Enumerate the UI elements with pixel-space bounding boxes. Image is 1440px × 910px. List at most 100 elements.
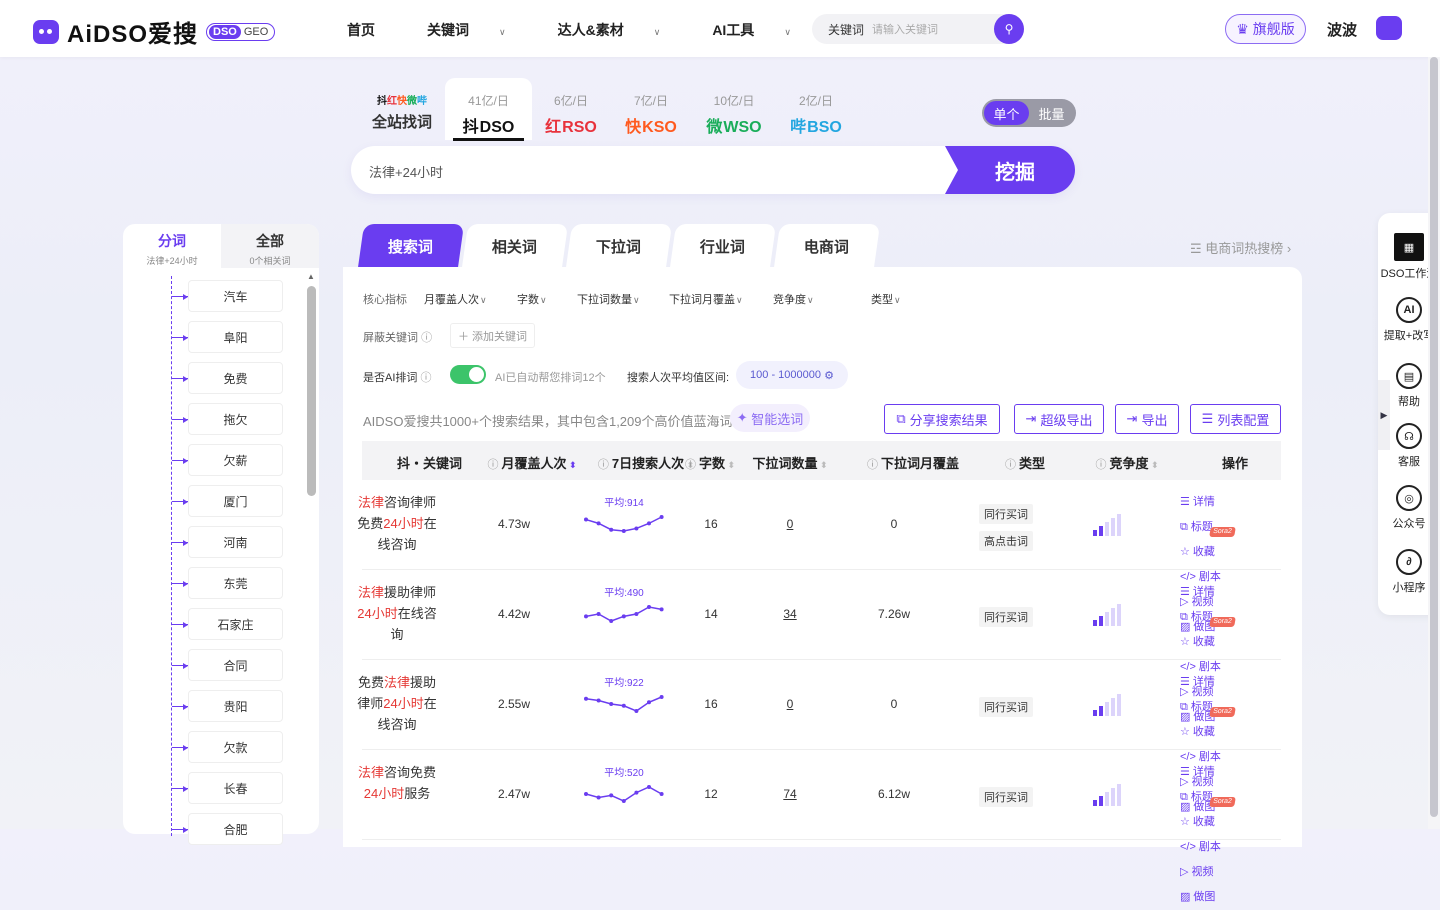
- column-header[interactable]: ⓘ 7日搜索人次 ⬍: [598, 453, 694, 472]
- op-2[interactable]: ☆ 收藏: [1180, 540, 1226, 565]
- op-2[interactable]: ☆ 收藏: [1180, 810, 1226, 835]
- column-header[interactable]: 操作: [1222, 453, 1248, 472]
- dropdown-count[interactable]: 34: [783, 607, 796, 621]
- source-tab-bso[interactable]: 2亿/日 哔BSO: [785, 78, 847, 140]
- search-icon[interactable]: ⚲: [994, 14, 1024, 44]
- nav-item[interactable]: 关键词 ∨: [427, 20, 532, 40]
- action-button-0[interactable]: ⧉ 分享搜索结果: [884, 404, 1000, 434]
- split-word-item[interactable]: 汽车: [188, 280, 283, 312]
- mode-toggle[interactable]: 单个 批量: [982, 99, 1076, 127]
- split-word-item[interactable]: 石家庄: [188, 608, 283, 640]
- header-search-input[interactable]: 请输入关键词: [872, 21, 994, 37]
- keyword-cell[interactable]: 法律咨询免费 24小时服务: [352, 762, 442, 804]
- search-category[interactable]: 关键词: [812, 21, 872, 38]
- sort-icon[interactable]: ⬍: [725, 460, 736, 470]
- split-word-item[interactable]: 长春: [188, 772, 283, 804]
- split-word-item[interactable]: 东莞: [188, 567, 283, 599]
- tab-1[interactable]: 相关词: [461, 224, 569, 268]
- help-icon[interactable]: ⓘ: [420, 372, 431, 384]
- split-word-item[interactable]: 厦门: [188, 485, 283, 517]
- nav-item[interactable]: 首页: [347, 20, 401, 40]
- source-all[interactable]: 抖红快微哔 全站找词: [372, 92, 432, 132]
- avatar[interactable]: [1376, 16, 1402, 40]
- tab-3[interactable]: 行业词: [669, 224, 777, 268]
- split-word-item[interactable]: 欠款: [188, 731, 283, 763]
- source-tab-kso[interactable]: 7亿/日 快KSO: [620, 78, 682, 140]
- op-5[interactable]: ▨ 做图: [1180, 885, 1226, 910]
- source-tab-rso[interactable]: 6亿/日 红RSO: [540, 78, 602, 140]
- range-button[interactable]: 100 - 1000000 ⚙: [736, 361, 848, 389]
- main-search-input[interactable]: 法律+24小时: [369, 162, 443, 181]
- column-header[interactable]: ⓘ 下拉词月覆盖: [867, 453, 959, 472]
- op-2[interactable]: ☆ 收藏: [1180, 720, 1226, 745]
- sort-icon[interactable]: ⬍: [1149, 460, 1159, 470]
- split-word-item[interactable]: 合肥: [188, 813, 283, 845]
- scroll-up-icon[interactable]: ▲: [307, 272, 315, 281]
- add-keyword-button[interactable]: ＋ 添加关键词: [450, 323, 535, 348]
- column-header[interactable]: ⓘ 竞争度 ⬍: [1095, 453, 1158, 472]
- split-word-item[interactable]: 免费: [188, 362, 283, 394]
- op-0[interactable]: ☰ 详情: [1180, 490, 1226, 515]
- op-0[interactable]: ☰ 详情: [1180, 580, 1226, 605]
- expand-panel-icon[interactable]: ▶: [1378, 380, 1390, 450]
- split-word-item[interactable]: 拖欠: [188, 403, 283, 435]
- mode-batch[interactable]: 批量: [1029, 101, 1074, 125]
- action-button-3[interactable]: ☰ 列表配置: [1190, 404, 1281, 434]
- tab-all-words[interactable]: 全部 0个相关词: [221, 224, 319, 268]
- split-word-item[interactable]: 欠薪: [188, 444, 283, 476]
- column-header[interactable]: ⓘ 类型: [1005, 453, 1045, 472]
- op-0[interactable]: ☰ 详情: [1180, 670, 1226, 695]
- logo[interactable]: AiDSO爱搜 DSO GEO: [33, 14, 276, 49]
- keyword-cell[interactable]: 法律援助律师 24小时在线咨询: [352, 582, 442, 645]
- source-tab-wso[interactable]: 10亿/日 微WSO: [700, 78, 768, 140]
- split-word-item[interactable]: 阜阳: [188, 321, 283, 353]
- tab-4[interactable]: 电商词: [773, 224, 881, 268]
- nav-item[interactable]: 达人&素材 ∨: [558, 20, 687, 40]
- column-header[interactable]: ⓘ 月覆盖人次 ⬍: [487, 453, 576, 472]
- tab-0[interactable]: 搜索词: [357, 224, 465, 268]
- split-word-item[interactable]: 河南: [188, 526, 283, 558]
- dig-button[interactable]: 挖掘: [945, 146, 1075, 194]
- op-0[interactable]: ☰ 详情: [1180, 760, 1226, 785]
- op-4[interactable]: ▷ 视频: [1180, 860, 1226, 885]
- action-button-2[interactable]: ⇥ 导出: [1115, 404, 1179, 434]
- core-filter-dropdown[interactable]: 字数∨: [517, 291, 547, 307]
- dropdown-count[interactable]: 0: [787, 517, 794, 531]
- action-button-1[interactable]: ⇥ 超级导出: [1014, 404, 1104, 434]
- mode-single[interactable]: 单个: [984, 101, 1029, 125]
- op-3[interactable]: </> 剧本: [1180, 835, 1226, 860]
- sort-icon[interactable]: ⬍: [567, 460, 577, 470]
- dropdown-count[interactable]: 0: [787, 697, 794, 711]
- core-filter-dropdown[interactable]: 竞争度∨: [773, 291, 814, 307]
- ai-sort-switch[interactable]: [450, 365, 486, 384]
- column-header[interactable]: 抖・关键词: [397, 453, 462, 472]
- scroll-thumb[interactable]: [1430, 57, 1438, 817]
- keyword-segment: 24小时: [383, 696, 424, 711]
- nav-item[interactable]: AI工具 ∨: [712, 20, 817, 40]
- column-header[interactable]: 下拉词数量 ⬍: [752, 453, 827, 472]
- column-header[interactable]: ⓘ 字数 ⬍: [685, 453, 735, 472]
- core-filter-dropdown[interactable]: 月覆盖人次∨: [424, 291, 487, 307]
- core-filter-dropdown[interactable]: 下拉词数量∨: [577, 291, 640, 307]
- tab-split-words[interactable]: 分词 法律+24小时: [123, 224, 221, 268]
- page-scrollbar[interactable]: [1428, 57, 1440, 829]
- core-filter-dropdown[interactable]: 下拉词月覆盖∨: [669, 291, 743, 307]
- keyword-cell[interactable]: 免费法律援助律师24小时在线咨询: [352, 672, 442, 735]
- source-count: 6亿/日: [553, 94, 588, 108]
- split-word-item[interactable]: 贵阳: [188, 690, 283, 722]
- dropdown-count[interactable]: 74: [783, 787, 796, 801]
- tab-2[interactable]: 下拉词: [565, 224, 673, 268]
- split-word-item[interactable]: 合同: [188, 649, 283, 681]
- hot-list-link[interactable]: ☲ 电商词热搜榜 ›: [1190, 238, 1291, 257]
- help-icon[interactable]: ⓘ: [421, 332, 432, 344]
- source-tab-dso[interactable]: 41亿/日 抖DSO: [445, 78, 532, 141]
- core-filter-dropdown[interactable]: 类型∨: [871, 291, 901, 307]
- sort-icon[interactable]: ⬍: [817, 460, 828, 470]
- vip-button[interactable]: ♛ 旗舰版: [1225, 14, 1306, 44]
- smart-pick-button[interactable]: ✦ 智能选词: [730, 404, 810, 432]
- keyword-cell[interactable]: 法律咨询律师免费24小时在线咨询: [352, 492, 442, 555]
- left-scrollbar[interactable]: [307, 286, 316, 496]
- user-name[interactable]: 波波: [1327, 19, 1357, 40]
- header-search[interactable]: 关键词 请输入关键词 ⚲: [812, 14, 1024, 44]
- op-2[interactable]: ☆ 收藏: [1180, 630, 1226, 655]
